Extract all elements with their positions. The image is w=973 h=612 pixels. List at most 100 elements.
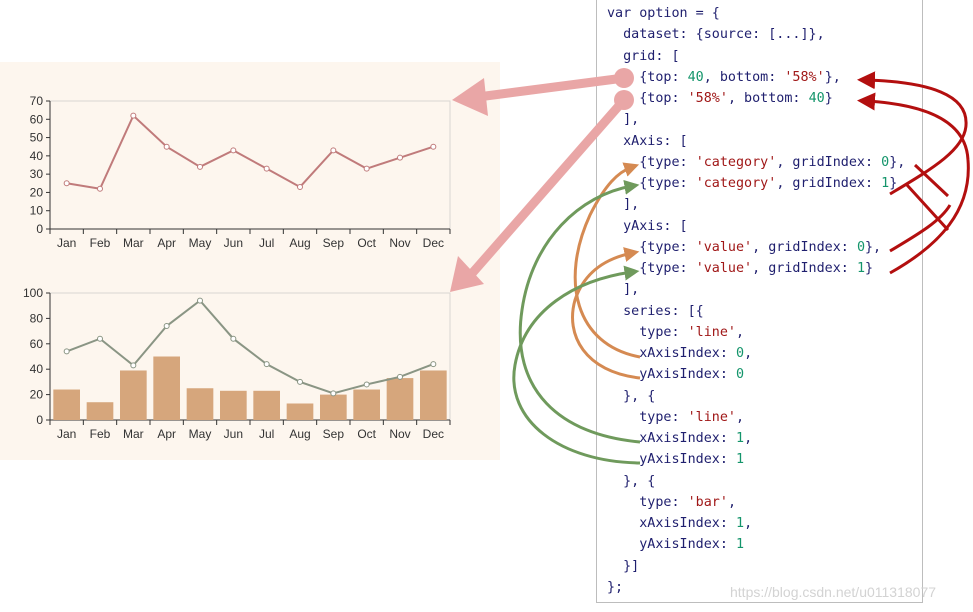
y-tick-label: 60 <box>30 112 44 126</box>
code-text: ], <box>607 282 640 298</box>
x-tick-label: May <box>189 236 212 250</box>
x-tick-label: Feb <box>90 236 111 250</box>
data-point <box>130 112 137 119</box>
data-point <box>230 147 237 154</box>
code-line: xAxis: [ <box>607 133 688 150</box>
code-text: {top: <box>607 91 688 106</box>
code-string: 'value' <box>695 239 753 255</box>
code-text: } <box>865 261 874 276</box>
code-text: , bottom: <box>703 69 785 85</box>
code-text: , gridIndex: <box>752 261 857 276</box>
bar <box>353 389 380 420</box>
code-text: , gridIndex: <box>752 239 857 255</box>
data-point <box>330 390 337 397</box>
code-text: , <box>744 516 753 531</box>
code-line: ], <box>607 111 639 128</box>
data-point <box>363 381 370 388</box>
x-tick-label: Jun <box>224 236 243 250</box>
x-tick-label: Oct <box>357 427 376 441</box>
x-tick-label: Nov <box>389 236 410 250</box>
code-line: yAxisIndex: 1 <box>607 451 744 468</box>
y-tick-label: 100 <box>23 286 43 300</box>
code-text: type: <box>607 409 688 425</box>
code-text: , <box>727 494 736 510</box>
x-tick-label: Aug <box>289 427 310 441</box>
code-line: grid: [ <box>607 48 680 65</box>
code-number: 0 <box>856 239 865 255</box>
code-number: 0 <box>736 367 745 383</box>
x-tick-label: Jul <box>259 427 274 441</box>
data-point <box>430 361 437 368</box>
code-text: }; <box>607 579 624 595</box>
code-line: {type: 'value', gridIndex: 1} <box>607 260 873 277</box>
bar <box>220 390 247 420</box>
code-number: 1 <box>736 537 745 553</box>
code-text: yAxisIndex: <box>607 452 736 468</box>
x-tick-label: Jul <box>259 236 274 250</box>
code-text: {type: <box>607 176 696 191</box>
data-point <box>63 180 70 187</box>
code-text: grid: [ <box>607 48 680 64</box>
data-point <box>397 154 403 161</box>
code-string: '58%' <box>784 69 825 85</box>
code-line: {type: 'category', gridIndex: 1} <box>607 175 897 192</box>
code-text: var option = { <box>607 6 720 21</box>
code-number: 1 <box>736 452 745 468</box>
data-point <box>97 335 103 342</box>
code-text: }, <box>889 154 906 170</box>
x-tick-label: Dec <box>423 236 444 250</box>
x-tick-label: Oct <box>357 236 376 250</box>
code-text: {type: <box>607 261 696 276</box>
code-line: series: [{ <box>607 303 704 320</box>
data-point <box>397 373 403 380</box>
code-text: }] <box>607 558 640 574</box>
y-tick-label: 20 <box>30 388 44 402</box>
code-text: ], <box>607 112 640 128</box>
bottom-grid-chart: 0 20 40 60 80 100 Jan Feb Mar Apr May Jun Jul Aug Sep O… <box>23 286 451 441</box>
code-text: xAxis: [ <box>607 133 688 149</box>
bar <box>120 370 147 420</box>
code-text: , bottom: <box>727 91 809 106</box>
y-tick-label: 0 <box>36 413 43 427</box>
code-line: {top: 40, bottom: '58%'}, <box>607 69 841 86</box>
code-line: dataset: {source: [...]}, <box>607 26 825 43</box>
x-tick-label: Mar <box>123 236 144 250</box>
code-number: 1 <box>736 516 745 531</box>
series-line <box>66 113 434 190</box>
data-point <box>430 143 437 150</box>
code-string: 'line' <box>687 324 736 340</box>
code-string: '58%' <box>687 91 728 106</box>
y-tick-label: 60 <box>30 337 44 351</box>
code-text: type: <box>607 324 688 340</box>
x-tick-label: Jun <box>224 427 243 441</box>
data-point <box>230 335 237 342</box>
x-tick-label: Sep <box>323 427 345 441</box>
code-string: 'line' <box>687 409 736 425</box>
bar <box>186 388 214 420</box>
data-point <box>363 165 370 172</box>
x-tick-label: Jan <box>57 427 76 441</box>
code-text: } <box>889 176 898 191</box>
x-tick-label: Mar <box>123 427 144 441</box>
code-string: 'category' <box>695 176 777 191</box>
code-text: ], <box>607 197 640 213</box>
code-text: }, <box>824 69 841 85</box>
code-text: , gridIndex: <box>776 154 882 170</box>
y-tick-label: 10 <box>30 204 44 218</box>
code-number: 1 <box>736 431 745 446</box>
code-text: , <box>736 409 745 425</box>
code-text: series: [{ <box>607 303 704 319</box>
code-line: xAxisIndex: 1, <box>607 430 752 447</box>
code-line: var option = { <box>607 5 720 22</box>
x-tick-label: Aug <box>289 236 310 250</box>
data-point <box>130 362 137 369</box>
code-number: 1 <box>856 261 865 276</box>
code-line: {type: 'category', gridIndex: 0}, <box>607 154 905 171</box>
bar <box>86 402 114 420</box>
bar <box>386 378 414 420</box>
bar <box>420 370 447 420</box>
data-point <box>263 361 270 368</box>
code-text: } <box>824 91 833 106</box>
code-text: {type: <box>607 154 696 170</box>
code-number: 0 <box>881 154 890 170</box>
